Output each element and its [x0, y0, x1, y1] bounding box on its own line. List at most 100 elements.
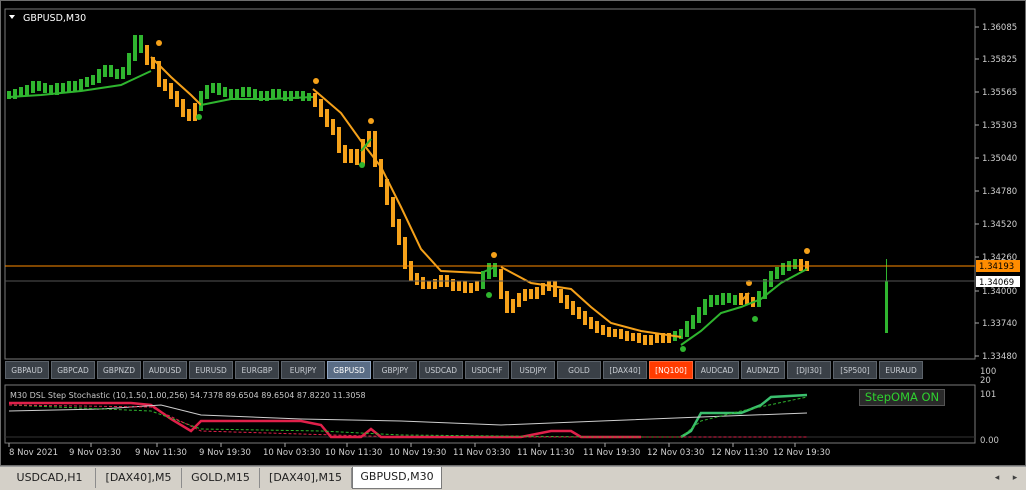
symbol-button-gbpnzd[interactable]: GBPNZD — [97, 361, 141, 379]
symbol-button-eurgbp[interactable]: EURGBP — [235, 361, 279, 379]
price-bar — [637, 333, 641, 343]
price-level-label: 1.33480 — [982, 352, 1017, 362]
chart-title: GBPUSD,M30 — [23, 13, 86, 24]
price-bar — [523, 289, 527, 301]
symbol-button-gbpjpy[interactable]: GBPJPY — [373, 361, 417, 379]
price-bar — [703, 299, 707, 315]
price-bar — [691, 315, 695, 329]
price-bar — [313, 93, 317, 107]
time-label: 11 Nov 03:30 — [453, 448, 510, 458]
symbol-button-euraud[interactable]: EURAUD — [879, 361, 923, 379]
price-bar — [583, 311, 587, 325]
price-level-label: 1.34520 — [982, 220, 1017, 230]
price-bar — [85, 77, 89, 87]
symbol-button-audnzd[interactable]: AUDNZD — [741, 361, 785, 379]
price-bar — [331, 119, 335, 135]
signal-dot — [156, 40, 162, 46]
price-bar — [769, 271, 773, 287]
price-bar — [115, 69, 119, 79]
price-bar — [43, 83, 47, 93]
price-bar — [559, 289, 563, 303]
price-bar — [571, 301, 575, 315]
price-bar — [643, 335, 647, 345]
price-bar — [793, 259, 797, 269]
price-bar — [355, 149, 359, 165]
chart-window: 1.36085 1.35825 1.35565 1.35303 1.35040 1.347… — [0, 0, 1026, 466]
price-bar — [241, 87, 245, 97]
price-bar — [601, 325, 605, 335]
price-bar — [397, 219, 401, 245]
symbol-button-gbpusd[interactable]: GBPUSD — [327, 361, 371, 379]
price-bar — [799, 259, 803, 271]
price-bar — [577, 307, 581, 319]
price-bar — [235, 89, 239, 99]
price-bar — [349, 149, 353, 163]
price-bar — [715, 295, 719, 305]
price-bar — [535, 287, 539, 299]
tab-scroll-left-icon[interactable]: ◂ — [990, 471, 1004, 485]
osc-level-101: 101 — [980, 390, 996, 400]
tab-scroll-right-icon[interactable]: ▸ — [1008, 471, 1022, 485]
price-bar — [127, 53, 131, 75]
status-badge[interactable]: StepOMA ON — [859, 389, 945, 406]
signal-dot — [804, 248, 810, 254]
price-bar — [163, 79, 167, 91]
price-bar — [619, 329, 623, 339]
symbol-button-audusd[interactable]: AUDUSD — [143, 361, 187, 379]
price-bar — [271, 89, 275, 99]
chart-tab-bar: USDCAD,H1 [DAX40],M5 GOLD,M15 [DAX40],M15 GB… — [0, 466, 1026, 490]
time-label: 12 Nov 03:30 — [647, 448, 704, 458]
current-price-label: 1.34193 — [979, 262, 1014, 272]
symbol-button-eurjpy[interactable]: EURJPY — [281, 361, 325, 379]
price-bar — [499, 269, 503, 299]
signal-dot — [752, 316, 758, 322]
symbol-button-gold[interactable]: GOLD — [557, 361, 601, 379]
symbol-button-gbpaud[interactable]: GBPAUD — [5, 361, 49, 379]
price-bar — [379, 159, 383, 187]
symbol-button-gbpcad[interactable]: GBPCAD — [51, 361, 95, 379]
price-bar — [595, 321, 599, 333]
symbol-button-audcad[interactable]: AUDCAD — [695, 361, 739, 379]
indicator-label: M30 DSL Step Stochastic (10,1.50,1.00,25… — [10, 391, 366, 400]
symbol-button-dji30[interactable]: [DJI30] — [787, 361, 831, 379]
main-chart-area — [4, 8, 976, 360]
price-level-label: 1.36085 — [982, 23, 1017, 33]
price-bar — [529, 289, 533, 299]
price-bar — [181, 99, 185, 117]
signal-dot — [196, 114, 202, 120]
chart-tab-usdcad-h1[interactable]: USDCAD,H1 — [4, 468, 96, 488]
symbol-button-dax40[interactable]: [DAX40] — [603, 361, 647, 379]
symbol-button-eurusd[interactable]: EURUSD — [189, 361, 233, 379]
price-level-label: 1.35565 — [982, 88, 1017, 98]
price-bar — [697, 307, 701, 323]
price-bar — [133, 35, 137, 61]
price-bar — [79, 79, 83, 91]
price-bar — [511, 299, 515, 313]
chart-tab--dax40--m15[interactable]: [DAX40],M15 — [260, 468, 352, 488]
price-bar — [781, 263, 785, 275]
symbol-button-nq100[interactable]: [NQ100] — [649, 361, 693, 379]
time-label: 9 Nov 11:30 — [135, 448, 187, 458]
price-bar — [301, 91, 305, 101]
chart-tab-gold-m15[interactable]: GOLD,M15 — [182, 468, 260, 488]
price-bar — [25, 85, 29, 95]
price-bar — [403, 237, 407, 269]
price-bar — [325, 109, 329, 127]
price-bar — [505, 291, 509, 313]
chart-tab-gbpusd-m30[interactable]: GBPUSD,M30 — [352, 467, 442, 489]
price-bar — [31, 81, 35, 93]
price-bar — [721, 293, 725, 305]
chart-tab--dax40--m5[interactable]: [DAX40],M5 — [96, 468, 182, 488]
osc-level-0: 0.00 — [980, 436, 999, 446]
price-bar — [493, 263, 497, 277]
bid-price-label: 1.34069 — [979, 278, 1014, 288]
symbol-button-strip: GBPAUD GBPCAD GBPNZD AUDUSD EURUSD EURGBP EURJ… — [5, 361, 923, 381]
price-bar — [469, 283, 473, 293]
time-label: 12 Nov 19:30 — [773, 448, 830, 458]
symbol-button-usdcad[interactable]: USDCAD — [419, 361, 463, 379]
price-bar — [319, 99, 323, 117]
symbol-button-sp500[interactable]: [SP500] — [833, 361, 877, 379]
price-bar — [709, 295, 713, 307]
symbol-button-usdchf[interactable]: USDCHF — [465, 361, 509, 379]
symbol-button-usdjpy[interactable]: USDJPY — [511, 361, 555, 379]
